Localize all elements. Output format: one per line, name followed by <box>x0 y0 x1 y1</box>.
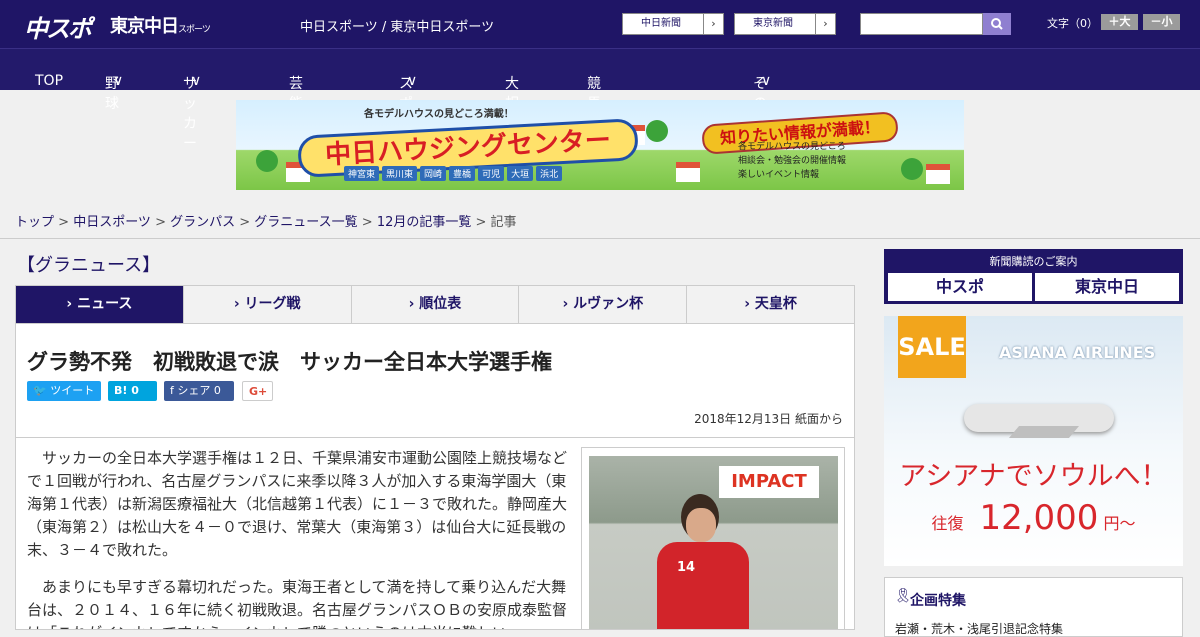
town-badge: 豊橋 <box>449 166 476 181</box>
subscribe-box: 新聞購読のご案内 中スポ 東京中日 <box>884 249 1183 304</box>
jersey-number: 14 <box>677 560 696 575</box>
breadcrumb-link[interactable]: グランパス <box>170 215 235 230</box>
font-bigger-button[interactable]: ＋大 <box>1101 14 1138 30</box>
site-name: 中日スポーツ / 東京中日スポーツ <box>300 20 495 35</box>
chevron-right-icon: › <box>703 14 723 34</box>
banner-town-list: 神宮東 黒川東 岡崎 豊橋 可児 大垣 浜北 <box>344 166 563 181</box>
article-headline: グラ勢不発 初戦敗退で涙 サッカー全日本大学選手権 <box>27 350 552 374</box>
tab-league[interactable]: › リーグ戦 <box>184 286 352 323</box>
breadcrumb: トップ > 中日スポーツ > グランパス > グラニュース一覧 > 12月の記事… <box>15 211 517 230</box>
house-illustration <box>676 162 700 182</box>
price-suffix: 円～ <box>1103 514 1136 533</box>
search-input[interactable] <box>860 13 983 35</box>
breadcrumb-link[interactable]: 12月の記事一覧 <box>377 215 472 230</box>
article-paragraph: サッカーの全日本大学選手権は１２日、千葉県浦安市運動公園陸上競技場などで１回戦が… <box>27 449 568 559</box>
twitter-icon: 🐦 <box>33 384 47 397</box>
subscribe-tokyo-button[interactable]: 東京中日 <box>1035 273 1179 301</box>
town-badge: 浜北 <box>536 166 563 181</box>
top-header: 中スポ 東京中日スポーツ 中日スポーツ / 東京中日スポーツ 中日新聞 › 東京新… <box>0 0 1200 48</box>
chevron-down-icon: ∨ <box>407 73 418 89</box>
breadcrumb-current: 記事 <box>490 215 517 230</box>
tweet-button[interactable]: 🐦 ツイート <box>27 381 101 401</box>
feature-item[interactable]: 岩瀬・荒木・浅尾引退記念特集 <box>895 620 1063 637</box>
font-size-label: 文字（0） <box>1047 17 1098 30</box>
category-tabs: › ニュース › リーグ戦 › 順位表 › ルヴァン杯 › 天皇杯 <box>15 285 855 324</box>
logo-tokyo-chunichi[interactable]: 東京中日スポーツ <box>110 12 211 38</box>
breadcrumb-sep: > <box>471 215 491 230</box>
hatena-button[interactable]: B! 0 <box>108 381 157 401</box>
breadcrumb-sep: > <box>54 215 74 230</box>
photo-sign: IMPACT <box>719 466 819 498</box>
breadcrumb-sep: > <box>150 215 171 230</box>
facebook-icon: f <box>170 384 174 397</box>
house-illustration <box>926 164 950 184</box>
breadcrumb-sep: > <box>235 215 255 230</box>
price-value: 12,000 <box>979 498 1099 538</box>
town-badge: 岡崎 <box>420 166 447 181</box>
chevron-down-icon: ∨ <box>761 73 772 89</box>
banner-feature: 相談会・勉強会の開催情報 <box>738 156 847 166</box>
banner-feature-list: 各モデルハウスの見どころ 相談会・勉強会の開催情報 楽しいイベント情報 <box>738 140 846 182</box>
nav-label: TOP <box>35 73 64 89</box>
tab-news[interactable]: › ニュース <box>16 286 184 323</box>
airline-name: ASIANA AIRLINES <box>999 343 1156 362</box>
logo-tokyo-text: 東京中日 <box>110 16 179 37</box>
chevron-down-icon: ∨ <box>113 73 124 89</box>
search-button[interactable] <box>983 13 1011 35</box>
logo-chuspo[interactable]: 中スポ <box>24 9 92 44</box>
chevron-right-icon: › <box>815 14 835 34</box>
feature-title: 企画特集 <box>910 593 966 609</box>
banner-headline: 各モデルハウスの見どころ満載！ <box>364 109 514 120</box>
subscribe-title: 新聞購読のご案内 <box>989 255 1078 268</box>
banner-feature: 各モデルハウスの見どころ <box>738 142 846 152</box>
town-badge: 黒川東 <box>382 166 418 181</box>
ad-catchphrase: アシアナでソウルへ！ <box>899 461 1168 492</box>
gplus-button[interactable]: G+ <box>242 381 273 401</box>
ad-price: 往復 12,000 円～ <box>884 498 1183 538</box>
feature-box: 🎗 企画特集 岩瀬・荒木・浅尾引退記念特集 <box>884 577 1183 637</box>
chunichi-link-label: 中日新聞 <box>641 18 681 29</box>
divider <box>0 238 1200 239</box>
section-title: 【グラニュース】 <box>17 255 161 276</box>
tree-illustration <box>646 120 668 142</box>
tree-illustration <box>901 158 923 180</box>
subscribe-chuspo-button[interactable]: 中スポ <box>888 273 1032 301</box>
asiana-ad[interactable]: SALE ASIANA AIRLINES アシアナでソウルへ！ 往復 12,00… <box>884 316 1183 566</box>
player-photo: IMPACT 14 <box>589 456 838 629</box>
tree-illustration <box>256 150 278 172</box>
tab-standings[interactable]: › 順位表 <box>352 286 520 323</box>
player-jersey: 14 <box>657 542 749 629</box>
housing-banner-ad[interactable]: 各モデルハウスの見どころ満載！ 中日ハウジングセンター 神宮東 黒川東 岡崎 豊… <box>236 100 964 190</box>
facebook-share-button[interactable]: f シェア 0 <box>164 381 234 401</box>
player-face <box>686 508 716 542</box>
breadcrumb-link[interactable]: 中日スポーツ <box>73 215 151 230</box>
breadcrumb-sep: > <box>357 215 377 230</box>
sale-badge: SALE <box>898 316 966 378</box>
breadcrumb-link[interactable]: グラニュース一覧 <box>254 215 357 230</box>
article-photo[interactable]: IMPACT 14 <box>581 447 845 629</box>
chevron-down-icon: ∨ <box>191 73 202 89</box>
town-badge: 大垣 <box>507 166 534 181</box>
banner-feature: 楽しいイベント情報 <box>738 170 820 180</box>
town-badge: 可児 <box>478 166 505 181</box>
facebook-share-label: シェア 0 <box>177 384 221 397</box>
logo-tokyo-small: スポーツ <box>178 25 211 35</box>
town-badge: 神宮東 <box>344 166 380 181</box>
tweet-label: ツイート <box>50 384 95 397</box>
tokyo-link-label: 東京新聞 <box>753 18 793 29</box>
tab-emperor-cup[interactable]: › 天皇杯 <box>687 286 854 323</box>
main-nav: TOP 野球∨ サッカー∨ 芸能・社会 スポーツ∨ 大相撲 競馬・ボート・競輪 … <box>0 48 1200 172</box>
article-header: グラ勢不発 初戦敗退で涙 サッカー全日本大学選手権 🐦 ツイート B! 0 f … <box>15 324 855 438</box>
search-icon <box>991 18 1003 30</box>
price-prefix: 往復 <box>931 514 964 533</box>
article-paragraph: あまりにも早すぎる幕切れだった。東海王者として満を持して乗り込んだ大舞台は、２０… <box>27 578 568 629</box>
airplane-wing <box>1008 426 1080 438</box>
article-body: サッカーの全日本大学選手権は１２日、千葉県浦安市運動公園陸上競技場などで１回戦が… <box>15 438 855 630</box>
tokyo-link-button[interactable]: 東京新聞 › <box>734 13 836 35</box>
chunichi-link-button[interactable]: 中日新聞 › <box>622 13 724 35</box>
font-smaller-button[interactable]: －小 <box>1143 14 1180 30</box>
tab-levain-cup[interactable]: › ルヴァン杯 <box>519 286 688 323</box>
breadcrumb-link[interactable]: トップ <box>15 215 54 230</box>
article-date: 2018年12月13日 紙面から <box>694 412 843 426</box>
